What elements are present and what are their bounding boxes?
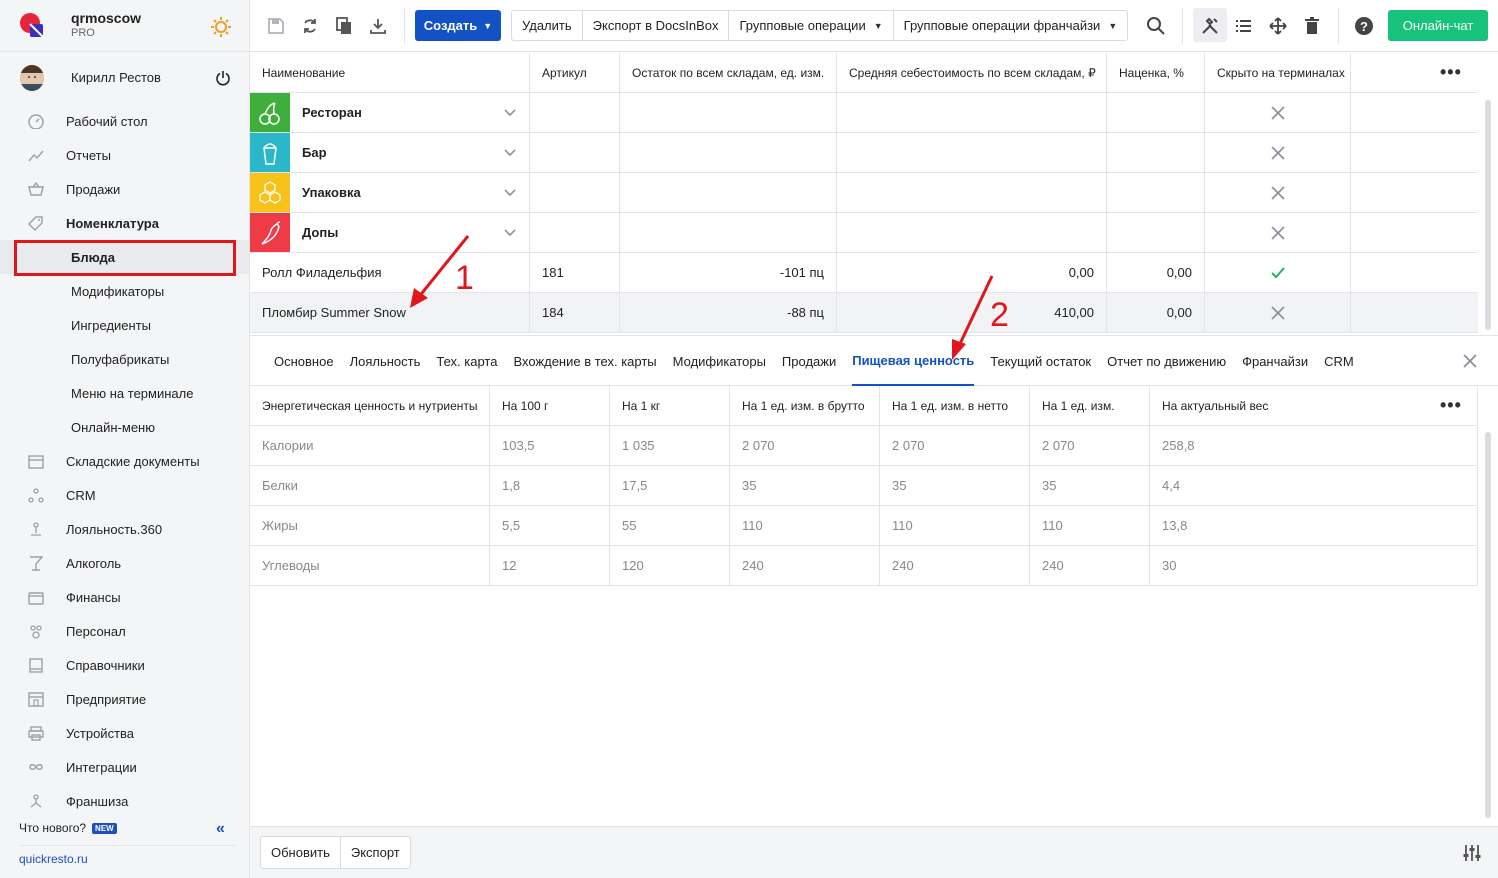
annotation-arrow-2 [956,275,994,349]
annotation-overlay [410,235,994,360]
annotation-label-2: 2 [990,296,1009,334]
annotation-label-1: 1 [455,259,474,297]
annotation-arrowhead-2 [952,339,966,360]
